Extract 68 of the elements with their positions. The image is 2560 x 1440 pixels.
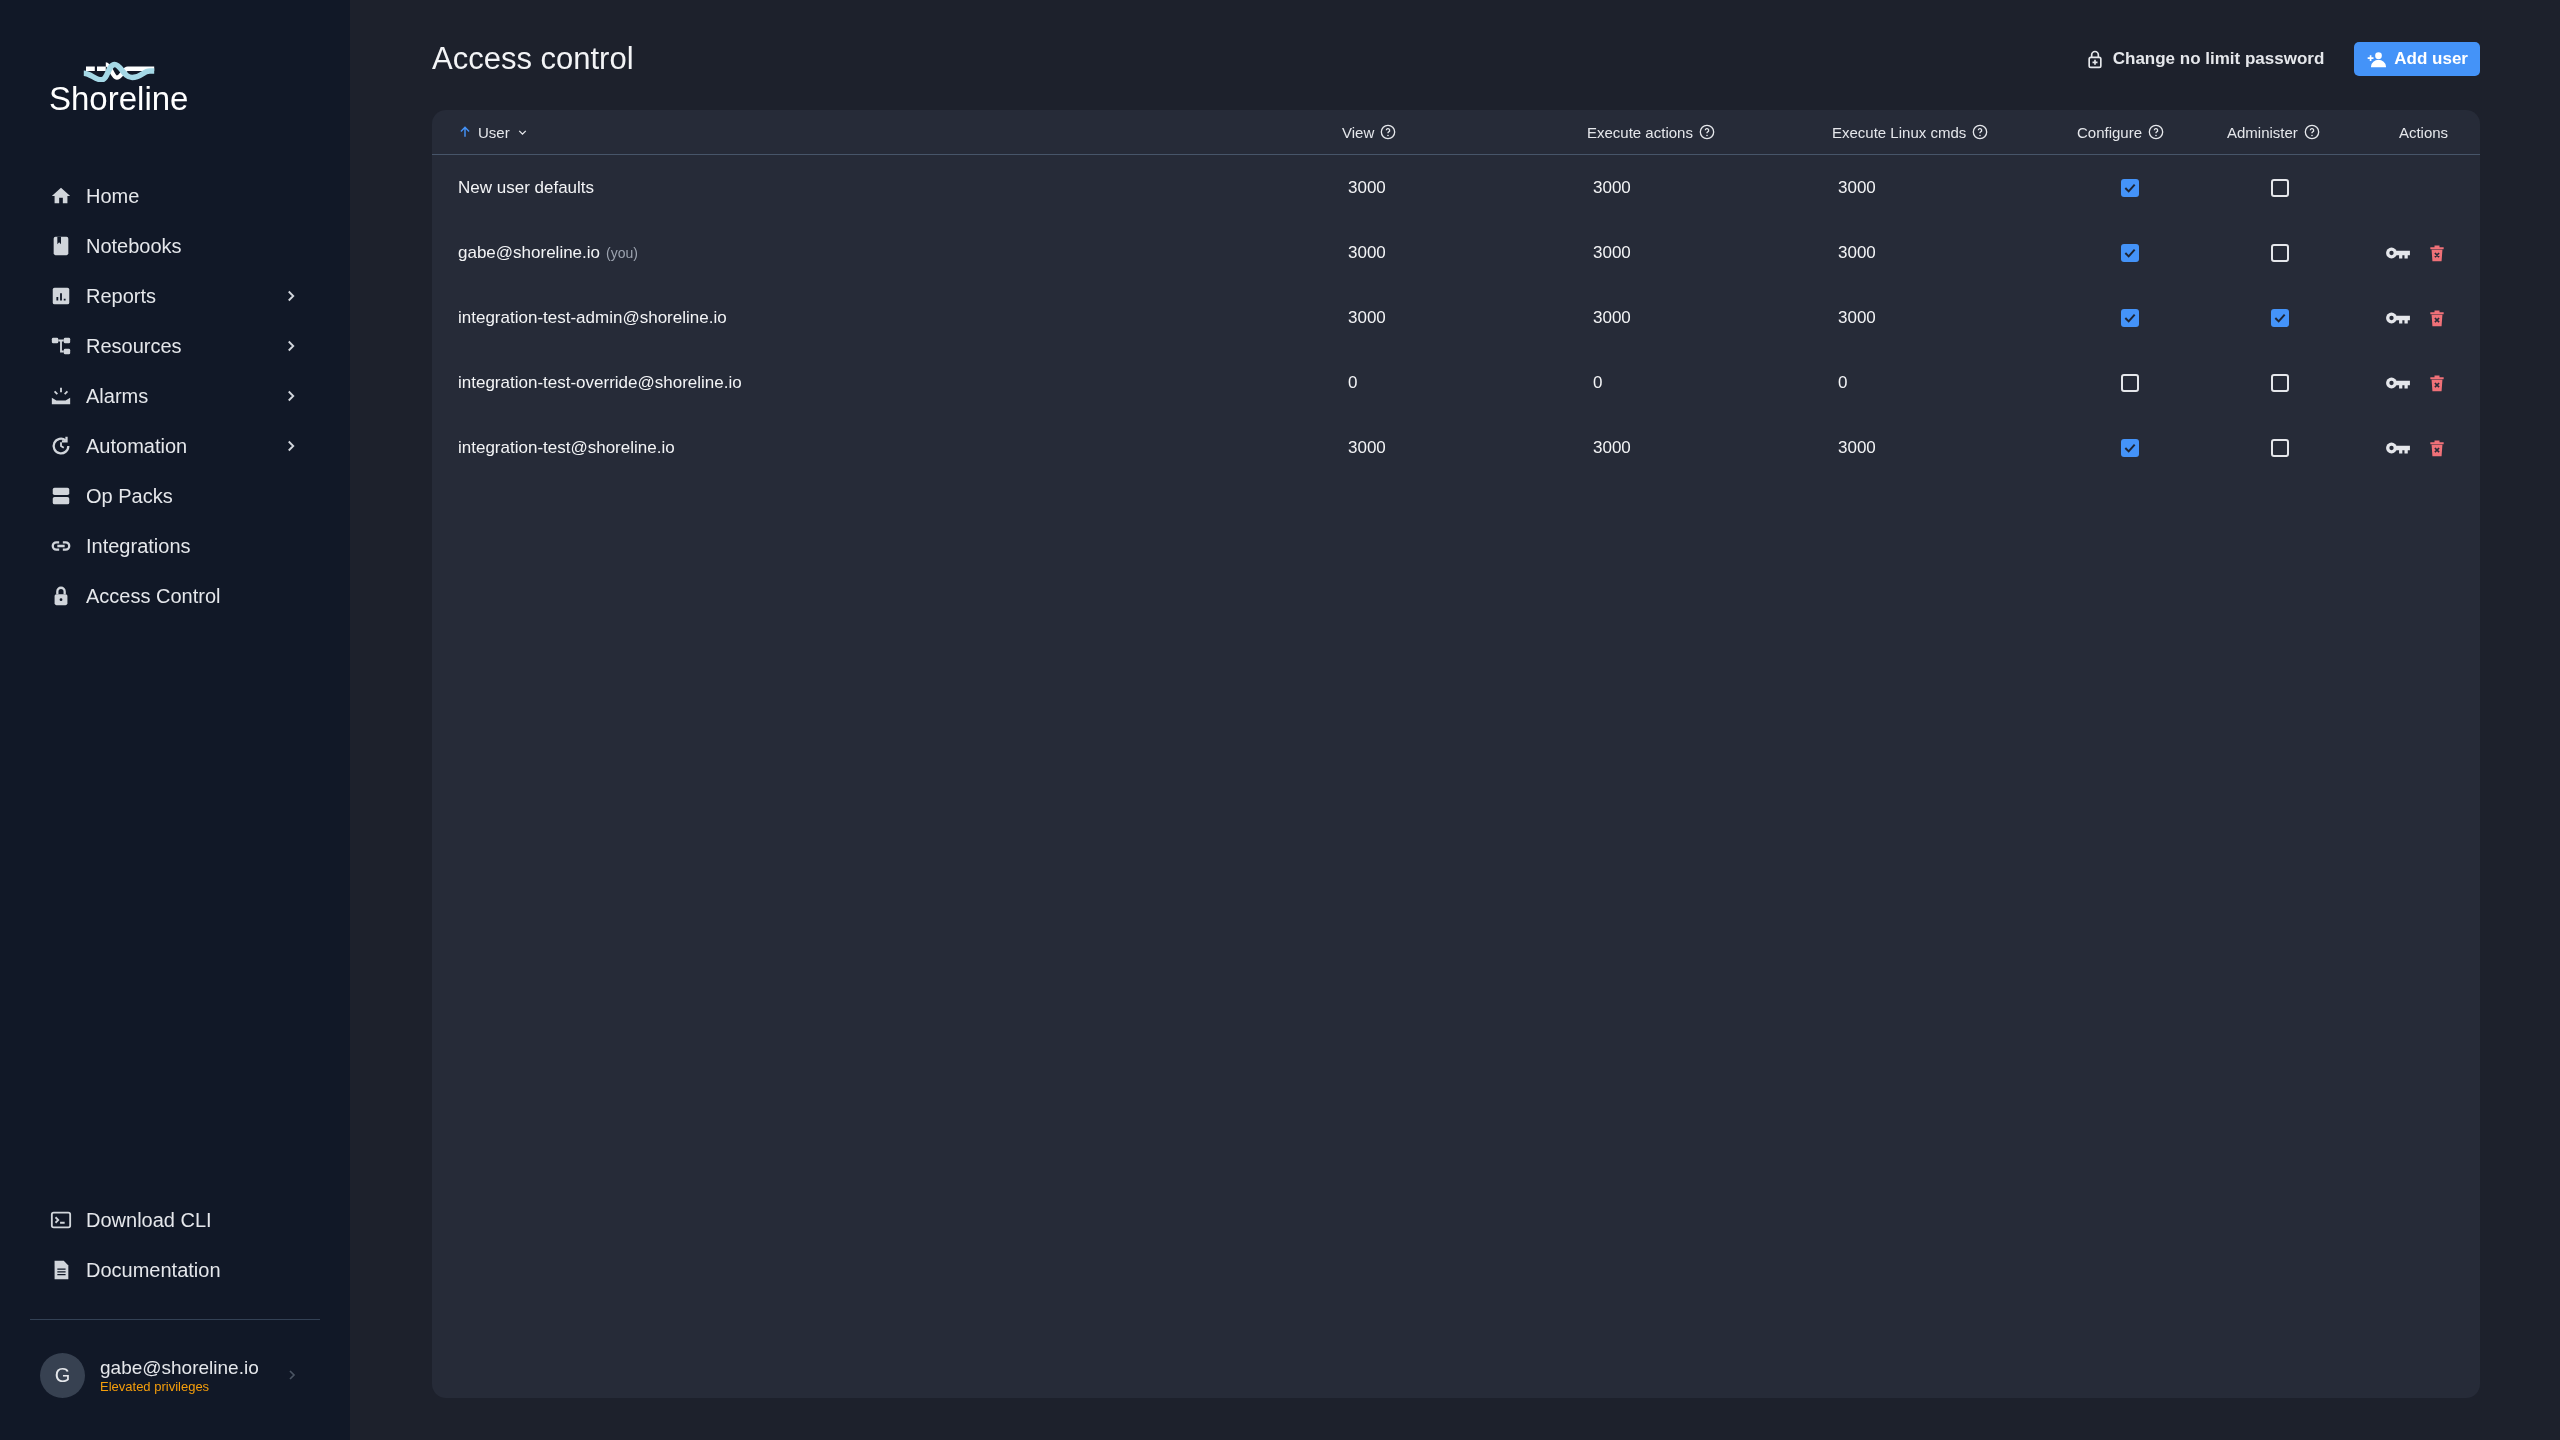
help-icon <box>1698 124 1715 140</box>
nav-item[interactable]: Automation <box>86 434 268 458</box>
checkbox[interactable] <box>2121 243 2139 262</box>
limit-value: 3000 <box>1593 437 1631 457</box>
user-email: integration-test-override@shoreline.io <box>458 372 742 392</box>
nav-item[interactable]: Alarms <box>86 384 268 408</box>
column-header: View <box>1342 123 1375 141</box>
bar-chart-icon <box>50 285 72 307</box>
limit-value: 0 <box>1348 372 1358 392</box>
add-person-icon <box>2366 49 2387 69</box>
limit-value: 3000 <box>1838 177 1876 197</box>
nav-item[interactable]: Integrations <box>86 534 300 558</box>
limit-value: 3000 <box>1348 307 1386 327</box>
help-icon <box>2303 124 2320 140</box>
column-header: Administer <box>2227 123 2298 141</box>
clock-icon <box>50 435 72 457</box>
nav-item[interactable]: Resources <box>86 334 268 358</box>
checkbox[interactable] <box>2271 438 2289 457</box>
column-header: Execute actions <box>1587 123 1693 141</box>
sort-up-arrow-icon <box>458 125 472 139</box>
help-icon <box>1972 124 1989 140</box>
limit-value: 0 <box>1838 372 1848 392</box>
nav-item[interactable]: Op Packs <box>86 484 300 508</box>
user-email: gabe@shoreline.io <box>100 1356 260 1379</box>
checkbox[interactable] <box>2271 178 2289 197</box>
limit-value: 3000 <box>1838 242 1876 262</box>
nav-item[interactable]: Reports <box>86 284 268 308</box>
limit-value: 3000 <box>1593 242 1631 262</box>
limit-value: 3000 <box>1838 307 1876 327</box>
you-label: (you) <box>606 244 638 261</box>
user-email: New user defaults <box>458 177 595 197</box>
column-header: Actions <box>2398 123 2449 141</box>
user-email: integration-test-admin@shoreline.io <box>458 307 727 327</box>
nav-item[interactable]: Documentation <box>86 1258 300 1282</box>
avatar[interactable]: G <box>40 1352 85 1398</box>
limit-value: 3000 <box>1348 437 1386 457</box>
limit-value: 3000 <box>1348 242 1386 262</box>
user-email: integration-test@shoreline.io <box>458 437 675 457</box>
checkbox[interactable] <box>2121 438 2139 457</box>
nav-item[interactable]: Access Control <box>86 584 300 608</box>
stack-icon <box>50 485 72 507</box>
checkbox[interactable] <box>2271 243 2289 262</box>
nav-item[interactable]: Home <box>86 184 300 208</box>
limit-value: 3000 <box>1593 177 1631 197</box>
help-icon <box>2148 124 2165 140</box>
checkbox[interactable] <box>2121 178 2139 197</box>
user-role: Elevated privileges <box>100 1378 211 1394</box>
logo-text: Shoreline <box>49 82 189 115</box>
limit-value: 3000 <box>1593 307 1631 327</box>
alarm-icon <box>50 385 72 407</box>
limit-value: 3000 <box>1838 437 1876 457</box>
change-password-button[interactable]: Change no limit password <box>2084 49 2325 69</box>
user-email: gabe@shoreline.io <box>458 242 601 262</box>
terminal-icon <box>50 1209 72 1231</box>
checkbox[interactable] <box>2271 308 2289 327</box>
checkbox[interactable] <box>2121 373 2139 392</box>
help-icon <box>1380 124 1397 140</box>
column-header: Execute Linux cmds <box>1832 123 1967 141</box>
hierarchy-icon <box>50 335 72 357</box>
checkbox[interactable] <box>2271 373 2289 392</box>
limit-value: 0 <box>1593 372 1603 392</box>
column-header[interactable]: User <box>478 123 510 141</box>
page-title: Access control <box>432 41 635 77</box>
nav-item[interactable]: Download CLI <box>86 1208 300 1232</box>
nav-item[interactable]: Notebooks <box>86 234 300 258</box>
limit-value: 3000 <box>1348 177 1386 197</box>
column-header: Configure <box>2077 123 2143 141</box>
checkbox[interactable] <box>2121 308 2139 327</box>
